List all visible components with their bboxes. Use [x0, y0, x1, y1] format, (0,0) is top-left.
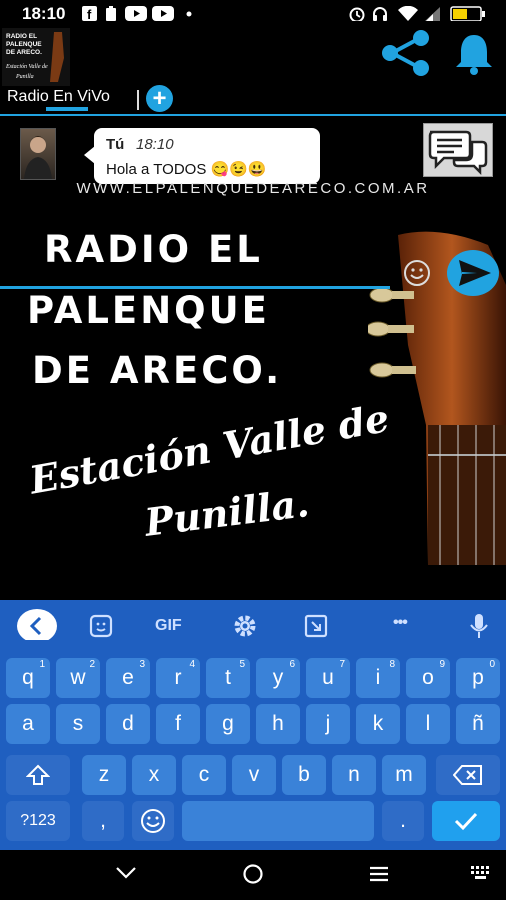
banner-title-line-2: PALENQUE: [27, 289, 270, 332]
message-time: 18:10: [136, 136, 174, 153]
mic-icon[interactable]: [466, 610, 492, 642]
key-l[interactable]: l: [406, 704, 450, 744]
svg-text:RADIO EL: RADIO EL: [6, 33, 37, 40]
navigation-bar: [0, 850, 506, 900]
svg-text:DE ARECO.: DE ARECO.: [6, 49, 42, 56]
keyboard-switch-icon[interactable]: [470, 864, 494, 884]
youtube-icon: [152, 6, 174, 21]
back-icon[interactable]: [16, 608, 58, 640]
youtube-icon: [125, 6, 147, 21]
key-w[interactable]: w2: [56, 658, 100, 698]
svg-text:PALENQUE: PALENQUE: [6, 41, 42, 48]
key-a[interactable]: a: [6, 704, 50, 744]
message-text: Hola a TODOS 😋😉😃: [106, 161, 267, 178]
header-divider: [0, 114, 506, 116]
more-icon[interactable]: •••: [393, 614, 408, 632]
key-x[interactable]: x: [132, 755, 176, 795]
key-p[interactable]: p0: [456, 658, 500, 698]
active-tab-indicator: [46, 107, 88, 111]
alarm-icon: [349, 7, 365, 21]
key-g[interactable]: g: [206, 704, 250, 744]
key-y[interactable]: y6: [256, 658, 300, 698]
signal-icon: [425, 7, 440, 21]
status-time: 18:10: [22, 4, 66, 23]
backspace-key[interactable]: [436, 755, 500, 795]
battery-saver-icon: [106, 6, 116, 21]
checkmark-icon: [454, 812, 478, 831]
key-c[interactable]: c: [182, 755, 226, 795]
key-ñ[interactable]: ñ: [456, 704, 500, 744]
add-tab-button[interactable]: +: [146, 85, 173, 112]
banner-subtitle-line-2: Punilla.: [142, 480, 312, 545]
key-n[interactable]: n: [332, 755, 376, 795]
key-f[interactable]: f: [156, 704, 200, 744]
key-d[interactable]: d: [106, 704, 150, 744]
key-e[interactable]: e3: [106, 658, 150, 698]
key-k[interactable]: k: [356, 704, 400, 744]
key-t[interactable]: t5: [206, 658, 250, 698]
share-icon[interactable]: [380, 30, 432, 76]
notification-bell-icon[interactable]: [452, 32, 496, 76]
banner-title-line-1: RADIO EL: [44, 228, 263, 271]
app-logo: RADIO EL PALENQUE DE ARECO. Estación Val…: [2, 28, 70, 86]
key-r[interactable]: r4: [156, 658, 200, 698]
chat-bubbles-icon: [428, 130, 488, 176]
send-icon: [459, 260, 491, 286]
emoji-icon: [141, 809, 165, 833]
chat-toggle-button[interactable]: [423, 123, 493, 177]
banner-title-line-3: DE ARECO.: [32, 349, 283, 392]
key-m[interactable]: m: [382, 755, 426, 795]
message-author: Tú: [106, 136, 125, 153]
period-key[interactable]: .: [382, 801, 424, 841]
key-b[interactable]: b: [282, 755, 326, 795]
backspace-icon: [452, 765, 482, 785]
home-icon[interactable]: [242, 863, 264, 885]
headset-icon: [373, 7, 387, 21]
tab-separator: [137, 90, 139, 110]
wifi-icon: [398, 6, 418, 21]
svg-text:f: f: [87, 7, 92, 21]
facebook-icon: f: [82, 6, 97, 21]
website-url: WWW.ELPALENQUEDEARECO.COM.AR: [76, 180, 430, 197]
send-button[interactable]: [447, 250, 499, 296]
key-i[interactable]: i8: [356, 658, 400, 698]
gif-button[interactable]: GIF: [155, 617, 182, 635]
keyboard-toolbar: GIF •••: [0, 600, 506, 652]
settings-icon[interactable]: [231, 610, 259, 642]
key-j[interactable]: j: [306, 704, 350, 744]
shift-key[interactable]: [6, 755, 70, 795]
key-q[interactable]: q1: [6, 658, 50, 698]
emoji-key[interactable]: [132, 801, 174, 841]
svg-text:Estación Valle de: Estación Valle de: [5, 64, 48, 70]
spacebar[interactable]: [182, 801, 374, 841]
recent-apps-icon[interactable]: [368, 864, 390, 884]
chevron-down-icon[interactable]: [115, 865, 137, 881]
key-z[interactable]: z: [82, 755, 126, 795]
shift-icon: [25, 764, 51, 785]
key-v[interactable]: v: [232, 755, 276, 795]
sticker-icon[interactable]: [88, 610, 114, 642]
clipboard-icon[interactable]: [302, 610, 330, 642]
avatar[interactable]: [20, 128, 56, 180]
banner-subtitle-line-1: Estación Valle de: [26, 395, 393, 503]
key-u[interactable]: u7: [306, 658, 350, 698]
battery-icon: [450, 6, 485, 21]
svg-text:Punilla: Punilla: [15, 74, 34, 80]
dot-icon: [186, 11, 192, 17]
comma-key[interactable]: ,: [82, 801, 124, 841]
emoji-icon[interactable]: [402, 258, 432, 288]
key-o[interactable]: o9: [406, 658, 450, 698]
status-bar: 18:10 f: [0, 0, 506, 28]
tab-radio-en-vivo[interactable]: Radio En ViVo: [7, 88, 110, 106]
symbols-key[interactable]: ?123: [6, 801, 70, 841]
keyboard: GIF ••• ?123 , . q1w2e3r4t5y6u7i8o9p0 asd…: [0, 600, 506, 850]
key-h[interactable]: h: [256, 704, 300, 744]
enter-key[interactable]: [432, 801, 500, 841]
key-s[interactable]: s: [56, 704, 100, 744]
chat-message-bubble[interactable]: Tú 18:10 Hola a TODOS 😋😉😃: [94, 128, 320, 184]
